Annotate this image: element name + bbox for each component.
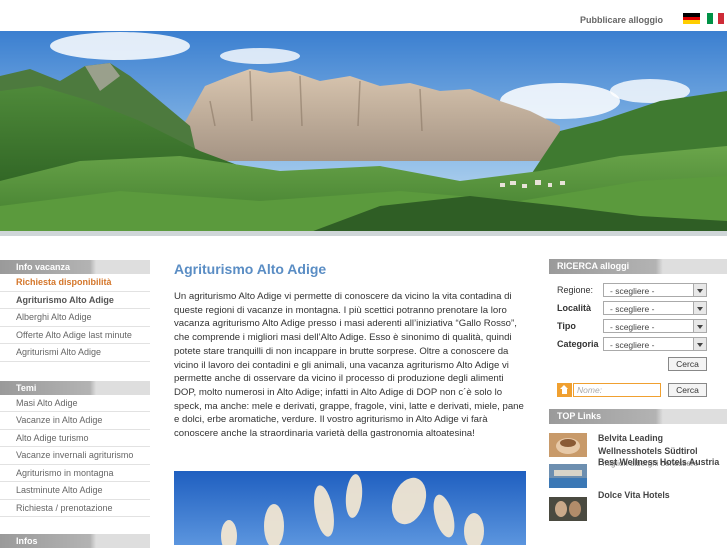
top-bar: Pubblicare alloggio — [0, 0, 727, 30]
search-button[interactable]: Cerca — [668, 357, 707, 371]
temi-header: Temi — [0, 380, 150, 395]
sidebar-item-richiesta-disponibilita[interactable]: Richiesta disponibilità — [0, 274, 150, 292]
toplink-title[interactable]: Best Wellness Hotels Austria — [598, 456, 727, 469]
chevron-down-icon — [693, 338, 706, 350]
header-banner-image — [0, 31, 727, 236]
sidebar-item-vacanze-in-alto-adige[interactable]: Vacanze in Alto Adige — [0, 412, 150, 430]
locality-select[interactable]: - scegliere - — [603, 301, 707, 315]
toplinks-list: Belvita Leading Wellnesshotels Südtirol … — [549, 424, 727, 534]
search-form: Regione: - scegliere - Località - scegli… — [549, 274, 727, 409]
main-content: Agriturismo Alto Adige Un agriturismo Al… — [174, 260, 526, 441]
locality-select-value: - scegliere - — [610, 304, 655, 314]
type-label: Tipo — [557, 321, 576, 331]
search-header: RICERCA alloggi — [549, 259, 727, 274]
italian-flag-icon[interactable] — [707, 13, 724, 24]
sidebar-item-agriturismo-montagna[interactable]: Agriturismo in montagna — [0, 465, 150, 482]
info-vacanza-header: Info vacanza — [0, 260, 150, 274]
article-text: Un agriturismo Alto Adige vi permette di… — [174, 291, 524, 440]
spa-thumbnail — [549, 433, 587, 457]
toplinks-header: TOP Links — [549, 409, 727, 424]
chevron-down-icon — [693, 284, 706, 296]
right-column: RICERCA alloggi Regione: - scegliere - L… — [549, 259, 727, 534]
region-select[interactable]: - scegliere - — [603, 283, 707, 297]
locality-label: Località — [557, 303, 592, 313]
region-label: Regione: — [557, 285, 594, 295]
type-select-value: - scegliere - — [610, 322, 655, 332]
toplink-title[interactable]: Belvita Leading Wellnesshotels Südtirol — [598, 432, 727, 457]
sidebar-item-offerte-last-minute[interactable]: Offerte Alto Adige last minute — [0, 327, 150, 344]
sidebar-item-richiesta-prenotazione[interactable]: Richiesta / prenotazione — [0, 500, 150, 517]
left-sidebar: Info vacanza Richiesta disponibilità Agr… — [0, 260, 150, 548]
pool-thumbnail — [549, 464, 587, 488]
sidebar-item-lastminute-alto-adige[interactable]: Lastminute Alto Adige — [0, 482, 150, 500]
sidebar-item-agriturismi-alto-adige[interactable]: Agriturismi Alto Adige — [0, 344, 150, 362]
sidebar-item-alberghi-alto-adige[interactable]: Alberghi Alto Adige — [0, 309, 150, 327]
toplink-title[interactable]: Dolce Vita Hotels — [598, 489, 727, 502]
category-select[interactable]: - scegliere - — [603, 337, 707, 351]
home-icon — [557, 383, 572, 397]
sidebar-item-masi-alto-adige[interactable]: Masi Alto Adige — [0, 395, 150, 412]
sidebar-item-alto-adige-turismo[interactable]: Alto Adige turismo — [0, 430, 150, 447]
name-search-input[interactable]: Nome: — [573, 383, 661, 397]
name-search-button[interactable]: Cerca — [668, 383, 707, 397]
region-select-value: - scegliere - — [610, 286, 655, 296]
german-flag-icon[interactable] — [683, 13, 700, 24]
chevron-down-icon — [693, 320, 706, 332]
pampas-grass-photo — [174, 471, 526, 545]
infos-header: Infos — [0, 534, 150, 548]
type-select[interactable]: - scegliere - — [603, 319, 707, 333]
publish-accommodation-link[interactable]: Pubblicare alloggio — [580, 15, 663, 25]
category-select-value: - scegliere - — [610, 340, 655, 350]
info-vacanza-list: Richiesta disponibilità Agriturismo Alto… — [0, 274, 150, 362]
page-title: Agriturismo Alto Adige — [174, 261, 327, 277]
hotel-thumbnail — [549, 497, 587, 521]
temi-list: Masi Alto Adige Vacanze in Alto Adige Al… — [0, 395, 150, 517]
sidebar-item-vacanze-invernali[interactable]: Vacanze invernali agriturismo — [0, 447, 150, 465]
category-label: Categoria — [557, 339, 599, 349]
sidebar-item-agriturismo-alto-adige[interactable]: Agriturismo Alto Adige — [0, 292, 150, 309]
chevron-down-icon — [693, 302, 706, 314]
